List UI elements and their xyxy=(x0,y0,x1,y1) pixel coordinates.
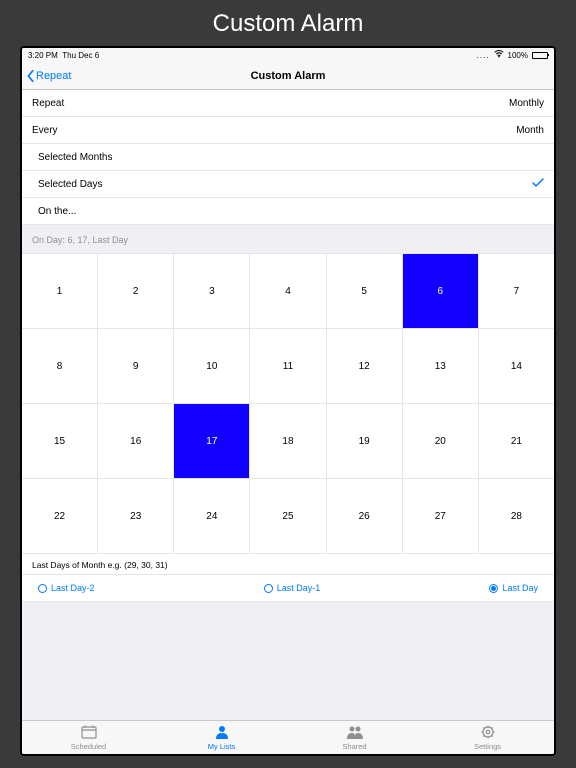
lastday-option[interactable]: Last Day-1 xyxy=(264,583,321,593)
radio-icon xyxy=(264,584,273,593)
calendar-day-27[interactable]: 27 xyxy=(403,479,478,553)
spacer xyxy=(22,602,554,720)
signal-dots: .... xyxy=(477,51,490,60)
tab-scheduled[interactable]: Scheduled xyxy=(22,721,155,754)
status-left: 3:20 PM Thu Dec 6 xyxy=(28,51,99,60)
calendar-day-17[interactable]: 17 xyxy=(174,404,249,478)
calendar-day-22[interactable]: 22 xyxy=(22,479,97,553)
row-selected-days[interactable]: Selected Days xyxy=(22,171,554,198)
calendar-day-14[interactable]: 14 xyxy=(479,329,554,403)
calendar-day-15[interactable]: 15 xyxy=(22,404,97,478)
calendar-day-1[interactable]: 1 xyxy=(22,254,97,328)
tab-label: Shared xyxy=(342,742,366,751)
row-repeat[interactable]: Repeat Monthly xyxy=(22,90,554,117)
outer-title: Custom Alarm xyxy=(0,0,576,46)
nav-bar: Repeat Custom Alarm xyxy=(22,62,554,90)
calendar-day-23[interactable]: 23 xyxy=(98,479,173,553)
back-label: Repeat xyxy=(36,70,71,82)
status-date: Thu Dec 6 xyxy=(62,51,99,60)
calendar-day-18[interactable]: 18 xyxy=(250,404,325,478)
lastdays-label: Last Days of Month e.g. (29, 30, 31) xyxy=(22,554,554,575)
wifi-icon xyxy=(494,50,504,60)
calendar-day-24[interactable]: 24 xyxy=(174,479,249,553)
status-time: 3:20 PM xyxy=(28,51,58,60)
calendar-day-7[interactable]: 7 xyxy=(479,254,554,328)
row-every[interactable]: Every Month xyxy=(22,117,554,144)
calendar-day-20[interactable]: 20 xyxy=(403,404,478,478)
tab-my-lists[interactable]: My Lists xyxy=(155,721,288,754)
calendar-day-19[interactable]: 19 xyxy=(327,404,402,478)
calendar-day-5[interactable]: 5 xyxy=(327,254,402,328)
tab-label: Settings xyxy=(474,742,501,751)
calendar-day-21[interactable]: 21 xyxy=(479,404,554,478)
radio-label: Last Day-1 xyxy=(277,583,321,593)
row-value: Monthly xyxy=(509,98,544,109)
people-icon xyxy=(347,725,363,741)
lastday-option[interactable]: Last Day xyxy=(489,583,538,593)
back-button[interactable]: Repeat xyxy=(22,69,71,83)
summary-text: On Day: 6, 17, Last Day xyxy=(22,225,554,253)
row-on-the[interactable]: On the... xyxy=(22,198,554,225)
battery-pct: 100% xyxy=(508,51,528,60)
radio-label: Last Day xyxy=(502,583,538,593)
status-bar: 3:20 PM Thu Dec 6 .... 100% xyxy=(22,48,554,62)
calendar-day-25[interactable]: 25 xyxy=(250,479,325,553)
person-icon xyxy=(214,725,230,741)
row-label: Repeat xyxy=(32,98,64,109)
tab-shared[interactable]: Shared xyxy=(288,721,421,754)
radio-icon xyxy=(38,584,47,593)
calendar-day-26[interactable]: 26 xyxy=(327,479,402,553)
calendar-grid: 1234567891011121314151617181920212223242… xyxy=(22,253,554,554)
radio-label: Last Day-2 xyxy=(51,583,95,593)
tab-settings[interactable]: Settings xyxy=(421,721,554,754)
row-label: Selected Months xyxy=(38,152,113,163)
calendar-day-6[interactable]: 6 xyxy=(403,254,478,328)
row-label: On the... xyxy=(38,206,76,217)
tab-label: Scheduled xyxy=(71,742,106,751)
calendar-day-28[interactable]: 28 xyxy=(479,479,554,553)
lastday-option[interactable]: Last Day-2 xyxy=(38,583,95,593)
row-value: Month xyxy=(516,125,544,136)
calendar-icon xyxy=(81,725,97,741)
row-label: Every xyxy=(32,125,58,136)
tab-bar: Scheduled My Lists Shared Settings xyxy=(22,720,554,754)
row-label: Selected Days xyxy=(38,179,102,190)
calendar-day-13[interactable]: 13 xyxy=(403,329,478,403)
calendar-day-4[interactable]: 4 xyxy=(250,254,325,328)
radio-icon xyxy=(489,584,498,593)
calendar-day-11[interactable]: 11 xyxy=(250,329,325,403)
tab-label: My Lists xyxy=(208,742,236,751)
device-frame: 3:20 PM Thu Dec 6 .... 100% Repeat Custo… xyxy=(20,46,556,756)
row-selected-months[interactable]: Selected Months xyxy=(22,144,554,171)
battery-icon xyxy=(532,52,548,59)
calendar-day-9[interactable]: 9 xyxy=(98,329,173,403)
chevron-left-icon xyxy=(26,69,36,83)
calendar-day-16[interactable]: 16 xyxy=(98,404,173,478)
calendar-day-3[interactable]: 3 xyxy=(174,254,249,328)
settings-rows: Repeat Monthly Every Month Selected Mont… xyxy=(22,90,554,225)
calendar-day-2[interactable]: 2 xyxy=(98,254,173,328)
status-right: .... 100% xyxy=(477,50,548,60)
nav-title: Custom Alarm xyxy=(22,70,554,82)
lastday-options: Last Day-2 Last Day-1 Last Day xyxy=(22,575,554,602)
calendar-day-12[interactable]: 12 xyxy=(327,329,402,403)
check-icon xyxy=(532,178,544,191)
gear-icon xyxy=(480,725,496,741)
calendar-day-8[interactable]: 8 xyxy=(22,329,97,403)
calendar-day-10[interactable]: 10 xyxy=(174,329,249,403)
